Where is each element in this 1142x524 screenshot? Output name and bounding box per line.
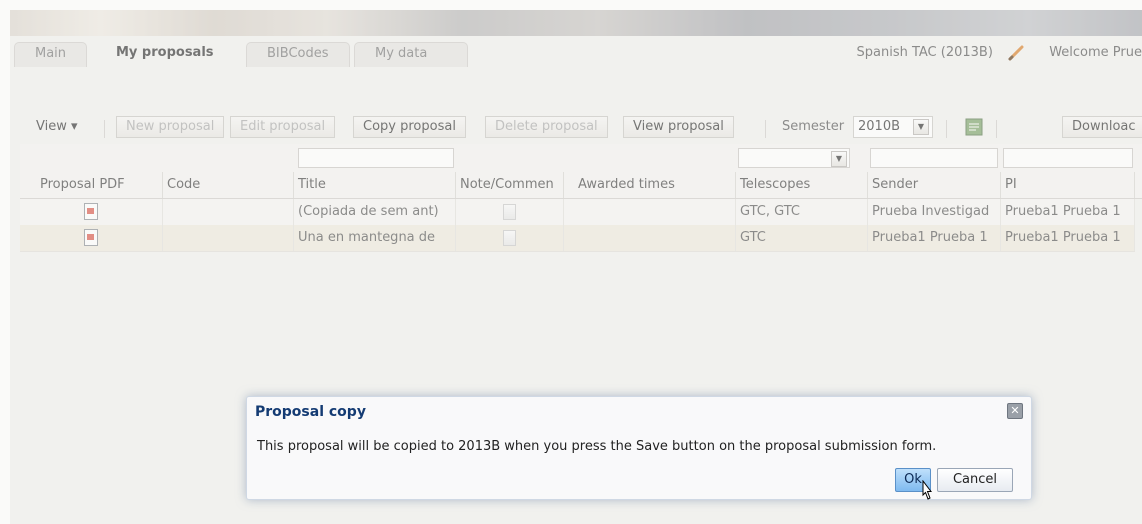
dialog-message: This proposal will be copied to 2013B wh… bbox=[257, 439, 937, 454]
cancel-button[interactable]: Cancel bbox=[937, 468, 1013, 492]
proposal-copy-dialog: Proposal copy ✕ This proposal will be co… bbox=[246, 396, 1032, 500]
close-icon[interactable]: ✕ bbox=[1007, 403, 1023, 419]
dialog-title: Proposal copy bbox=[255, 404, 366, 420]
